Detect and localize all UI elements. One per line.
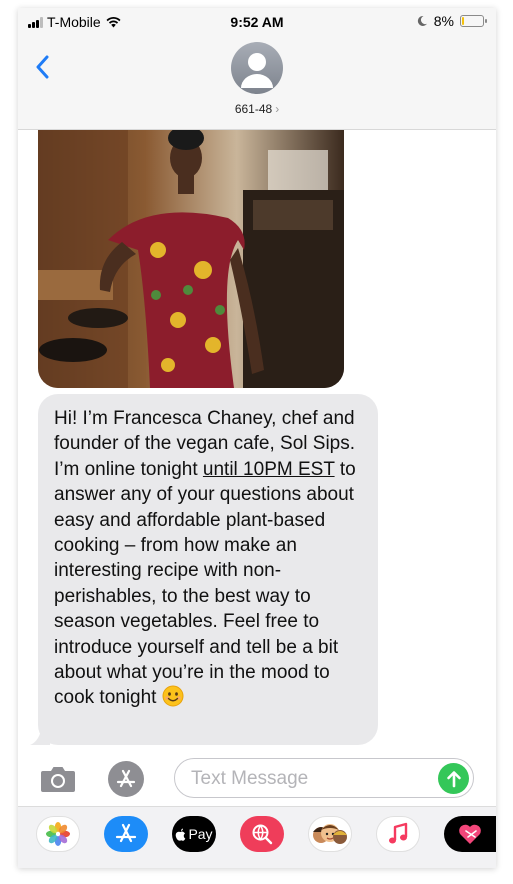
right-status-group: 8%	[416, 13, 487, 29]
app-store-icon	[116, 769, 136, 788]
chevron-left-icon	[36, 55, 49, 79]
message-text-end: to answer any of your questions about ea…	[54, 458, 356, 709]
incoming-message-bubble[interactable]: Hi! I’m Francesca Chaney, chef and found…	[30, 394, 378, 745]
digital-touch-button[interactable]	[444, 816, 496, 852]
bubble-tail	[30, 725, 50, 745]
back-button[interactable]	[30, 50, 54, 84]
smiling-face-emoji	[162, 685, 184, 707]
contact-avatar[interactable]	[231, 42, 283, 94]
memoji-button[interactable]	[308, 816, 352, 852]
time-link[interactable]: until 10PM EST	[203, 459, 335, 480]
battery-percent: 8%	[433, 13, 454, 29]
photos-app-button[interactable]	[36, 816, 80, 852]
photos-icon	[46, 822, 70, 846]
conversation-header: 661-48 ›	[18, 36, 496, 130]
message-input[interactable]	[191, 767, 431, 791]
person-placeholder-icon	[241, 53, 273, 88]
compose-bar	[18, 756, 496, 802]
app-store-icon	[115, 823, 137, 843]
globe-search-icon	[252, 824, 273, 845]
battery-icon	[460, 15, 487, 27]
contact-name-button[interactable]: 661-48 ›	[18, 102, 496, 116]
music-app-button[interactable]	[376, 816, 420, 852]
message-input-field[interactable]	[174, 758, 474, 798]
music-note-icon	[389, 822, 408, 844]
image-search-button[interactable]	[240, 816, 284, 852]
camera-icon[interactable]	[40, 765, 76, 793]
moon-icon	[417, 15, 427, 26]
photo-image	[38, 130, 344, 388]
contact-name: 661-48	[234, 102, 273, 116]
app-store-app-button[interactable]	[104, 816, 148, 852]
status-bar: T-Mobile 9:52 AM 8%	[18, 8, 496, 36]
apple-logo-icon	[176, 828, 186, 841]
app-store-button[interactable]	[108, 761, 144, 797]
heart-icon	[459, 824, 481, 844]
memoji-icon	[313, 824, 347, 844]
chevron-right-icon: ›	[275, 102, 280, 116]
battery-fill	[462, 17, 464, 25]
app-drawer: Pay	[18, 806, 496, 868]
apple-pay-button[interactable]: Pay	[172, 816, 216, 852]
apple-pay-label: Pay	[188, 826, 213, 842]
photo-attachment[interactable]	[38, 130, 344, 388]
messages-screen: T-Mobile 9:52 AM 8% 661-48 › Hi! I’m Fra…	[18, 8, 496, 868]
send-arrow-icon	[446, 770, 461, 787]
send-button[interactable]	[438, 763, 469, 794]
